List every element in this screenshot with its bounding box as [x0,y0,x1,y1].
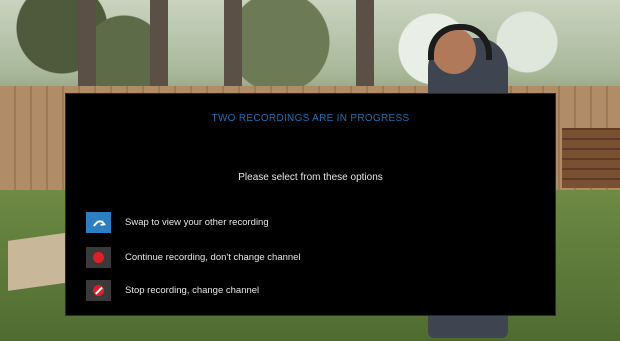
stop-record-icon [86,280,111,301]
option-continue-recording[interactable]: Continue recording, don't change channel [86,247,526,268]
option-label: Continue recording, don't change channel [125,252,301,263]
recording-conflict-dialog: TWO RECORDINGS ARE IN PROGRESS Please se… [65,93,556,316]
record-dot-icon [86,247,111,268]
option-label: Swap to view your other recording [125,217,269,228]
option-swap-recording[interactable]: Swap to view your other recording [86,212,526,233]
swap-arrow-icon [86,212,111,233]
option-label: Stop recording, change channel [125,285,260,296]
option-stop-recording[interactable]: Stop recording, change channel [86,280,526,301]
background-firewood [562,128,620,188]
dialog-title: TWO RECORDINGS ARE IN PROGRESS [211,113,410,124]
dialog-subtitle: Please select from these options [238,172,383,183]
